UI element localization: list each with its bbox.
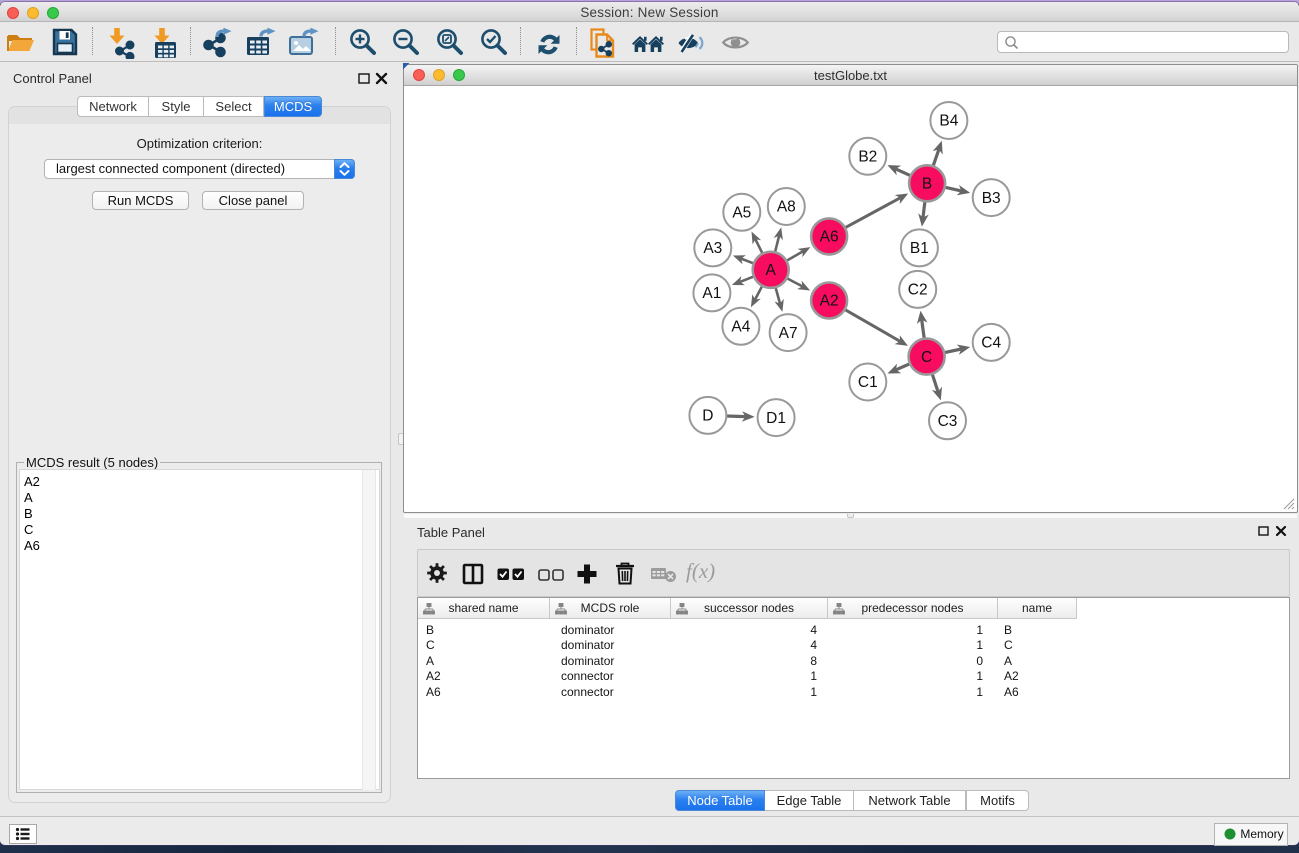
svg-text:A6: A6 (820, 229, 839, 246)
svg-text:C4: C4 (981, 335, 1001, 352)
svg-text:B3: B3 (982, 190, 1001, 207)
svg-text:A: A (766, 262, 777, 279)
svg-text:C1: C1 (858, 374, 878, 391)
svg-text:A5: A5 (732, 205, 751, 222)
svg-text:B2: B2 (858, 148, 877, 165)
svg-text:B: B (922, 176, 932, 193)
svg-text:B1: B1 (910, 240, 929, 257)
svg-text:A8: A8 (777, 199, 796, 216)
svg-text:D1: D1 (766, 410, 786, 427)
svg-text:D: D (702, 408, 713, 425)
svg-text:B4: B4 (939, 113, 958, 130)
svg-text:C: C (921, 349, 932, 366)
svg-text:A3: A3 (703, 240, 722, 257)
svg-text:C2: C2 (908, 282, 928, 299)
svg-text:A2: A2 (820, 293, 839, 310)
svg-text:A4: A4 (731, 319, 750, 336)
svg-text:A1: A1 (702, 285, 721, 302)
svg-text:C3: C3 (938, 413, 958, 430)
svg-text:A7: A7 (779, 325, 798, 342)
